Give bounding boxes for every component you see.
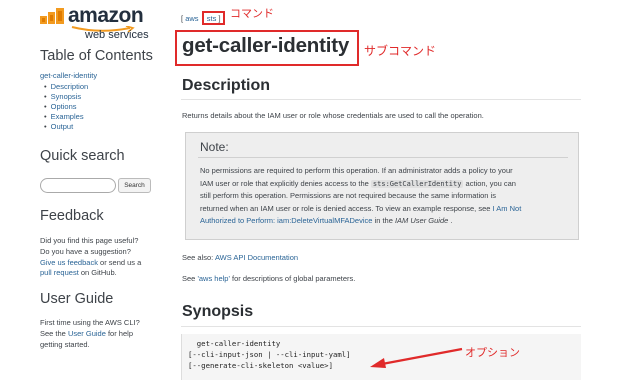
code-line: [--cli-input-json | --cli-input-yaml] bbox=[188, 350, 351, 359]
feedback-heading: Feedback bbox=[40, 208, 104, 224]
see-help-post: for descriptions of global parameters. bbox=[229, 274, 356, 283]
quick-search-heading: Quick search bbox=[40, 148, 125, 164]
user-guide-link[interactable]: User Guide bbox=[68, 329, 106, 338]
note-end: . bbox=[448, 216, 453, 226]
note-box: Note: No permissions are required to per… bbox=[185, 132, 579, 240]
note-line-3: still perform this operation. Permission… bbox=[200, 191, 496, 201]
command-highlight-box bbox=[202, 11, 225, 25]
user-guide-pre: See the bbox=[40, 328, 68, 338]
toc-item-examples: Examples bbox=[44, 112, 88, 122]
note-in-the: in the bbox=[372, 216, 395, 226]
subcommand-annotation: サブコマンド bbox=[364, 44, 437, 58]
toc-link-description[interactable]: Description bbox=[51, 82, 89, 91]
user-guide-text: First time using the AWS CLI? See the Us… bbox=[40, 318, 158, 350]
toc-link-examples[interactable]: Examples bbox=[51, 112, 84, 121]
toc-heading: Table of Contents bbox=[40, 48, 153, 64]
aws-logo[interactable]: amazon web services bbox=[40, 4, 150, 45]
description-divider bbox=[181, 99, 581, 100]
description-heading: Description bbox=[182, 77, 271, 94]
user-guide-line-3: getting started. bbox=[40, 339, 90, 349]
feedback-tail-text: on GitHub. bbox=[78, 268, 117, 278]
aws-help-link[interactable]: 'aws help' bbox=[197, 274, 229, 283]
not-authorized-link-2[interactable]: Authorized to Perform: iam:DeleteVirtual… bbox=[200, 216, 372, 225]
search-button[interactable]: Search bbox=[118, 178, 151, 193]
iam-user-guide-ref: IAM User Guide bbox=[394, 216, 449, 226]
note-text: No permissions are required to perform t… bbox=[200, 165, 572, 228]
code-line: [--generate-cli-skeleton <value>] bbox=[188, 361, 333, 370]
description-text: Returns details about the IAM user or ro… bbox=[182, 111, 484, 120]
arrow-icon bbox=[370, 347, 463, 368]
user-guide-heading: User Guide bbox=[40, 291, 114, 307]
breadcrumb-aws-link[interactable]: aws bbox=[185, 14, 198, 23]
note-inline-code: sts:GetCallerIdentity bbox=[370, 179, 464, 188]
feedback-line-1: Did you find this page useful? bbox=[40, 236, 139, 245]
note-divider bbox=[198, 157, 568, 158]
toc-link-options[interactable]: Options bbox=[51, 102, 77, 111]
user-guide-line-1: First time using the AWS CLI? bbox=[40, 318, 140, 327]
note-title: Note: bbox=[200, 140, 229, 154]
logo-subtitle: web services bbox=[85, 29, 149, 41]
page-title: get-caller-identity bbox=[182, 34, 350, 57]
note-line-2-tail: action, you can bbox=[463, 178, 516, 188]
see-also-label: See also: bbox=[182, 253, 215, 262]
note-line-2: IAM user or role that explicitly denies … bbox=[200, 178, 371, 188]
synopsis-divider bbox=[181, 326, 581, 327]
toc-item-description: Description bbox=[44, 82, 89, 92]
aws-api-docs-link[interactable]: AWS API Documentation bbox=[215, 253, 298, 262]
synopsis-heading: Synopsis bbox=[182, 303, 254, 320]
command-annotation: コマンド bbox=[230, 8, 274, 20]
toc-link-output[interactable]: Output bbox=[51, 122, 74, 131]
give-feedback-link[interactable]: Give us feedback bbox=[40, 258, 98, 267]
search-input[interactable] bbox=[40, 178, 116, 193]
pull-request-link[interactable]: pull request bbox=[40, 268, 79, 277]
aws-boxes-icon bbox=[40, 8, 64, 24]
toc-list: Description Synopsis Options Examples Ou… bbox=[44, 82, 89, 132]
not-authorized-link-1[interactable]: I Am Not bbox=[493, 204, 522, 213]
note-line-1: No permissions are required to perform t… bbox=[200, 166, 513, 175]
breadcrumb-open: [ bbox=[181, 14, 184, 23]
option-annotation: オプション bbox=[465, 347, 520, 359]
see-also: See also: AWS API Documentation bbox=[182, 253, 298, 262]
toc-item-options: Options bbox=[44, 102, 88, 112]
toc-item-synopsis: Synopsis bbox=[44, 92, 88, 102]
logo-wordmark: amazon bbox=[68, 4, 144, 27]
code-line: get-caller-identity bbox=[188, 339, 281, 348]
toc-link-synopsis[interactable]: Synopsis bbox=[51, 92, 81, 101]
feedback-text: Did you find this page useful? Do you ha… bbox=[40, 236, 158, 279]
feedback-line-2: Do you have a suggestion? bbox=[40, 246, 131, 256]
toc-root-link[interactable]: get-caller-identity bbox=[40, 71, 97, 80]
see-help: See 'aws help' for descriptions of globa… bbox=[182, 274, 355, 283]
user-guide-post: for help bbox=[105, 328, 133, 338]
sidebar: amazon web services Table of Contents ge… bbox=[0, 0, 162, 391]
note-line-4: returned when an IAM user or role is den… bbox=[200, 203, 493, 213]
toc-item-output: Output bbox=[44, 122, 88, 132]
feedback-mid-text: or send us a bbox=[97, 257, 142, 267]
see-help-pre: See bbox=[182, 274, 198, 283]
